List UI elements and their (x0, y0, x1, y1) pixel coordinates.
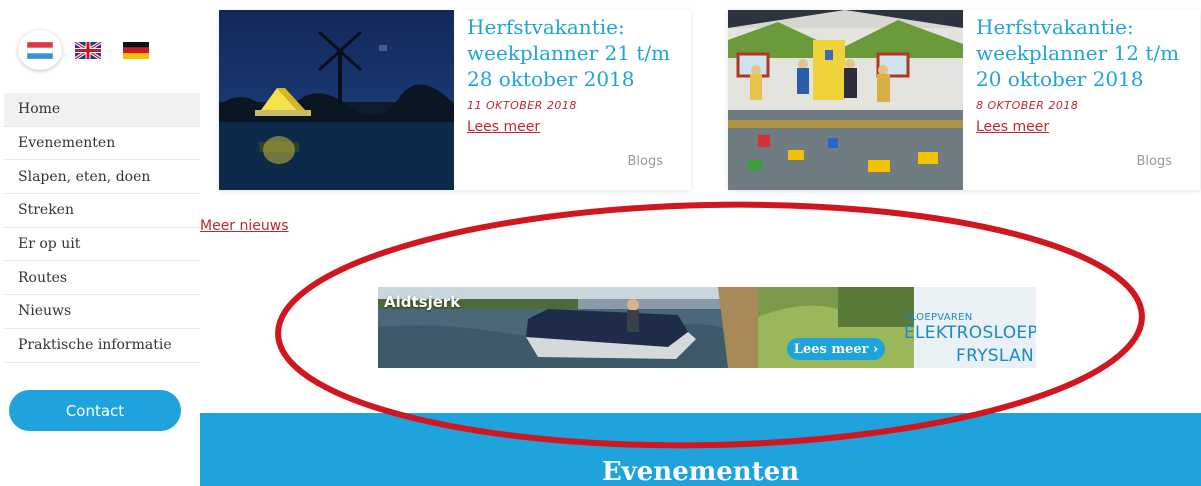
card-2-read-more-link[interactable]: Lees meer (976, 119, 1049, 135)
ad-banner[interactable]: Aldtsjerk Lees meer › SLOEPVAREN ELEKTRO… (378, 287, 1036, 368)
card-2-image[interactable] (728, 10, 963, 190)
card-2-title[interactable]: Herfstvakantie: weekplanner 12 t/m 20 ok… (976, 14, 1191, 92)
language-switcher (18, 30, 188, 70)
card-1-date: 11 OKTOBER 2018 (467, 99, 577, 112)
banner-place: Aldtsjerk (384, 293, 461, 311)
card-2-category[interactable]: Blogs (1136, 154, 1172, 169)
news-card-2[interactable]: Herfstvakantie: weekplanner 12 t/m 20 ok… (728, 10, 1200, 190)
banner-brand-line2: FRYSLAN (956, 346, 1034, 366)
flag-uk-icon[interactable] (66, 30, 110, 70)
card-1-category[interactable]: Blogs (627, 154, 663, 169)
more-news-link[interactable]: Meer nieuws (200, 218, 289, 234)
flag-de-icon[interactable] (114, 30, 158, 70)
card-1-read-more-link[interactable]: Lees meer (467, 119, 540, 135)
nav-item-slapen-eten-doen[interactable]: Slapen, eten, doen (4, 160, 200, 195)
nav-item-er-op-uit[interactable]: Er op uit (4, 228, 200, 262)
events-section: Evenementen (200, 413, 1201, 486)
news-card-1[interactable]: Herfstvakantie: weekplanner 21 t/m 28 ok… (219, 10, 691, 190)
sidebar: Home Evenementen Slapen, eten, doen Stre… (0, 0, 200, 486)
card-2-date: 8 OKTOBER 2018 (976, 99, 1079, 112)
nav-item-home[interactable]: Home (4, 93, 200, 127)
nav-item-routes[interactable]: Routes (4, 261, 200, 296)
events-title: Evenementen (601, 457, 800, 486)
flag-nl-icon[interactable] (18, 30, 62, 70)
nav-item-evenementen[interactable]: Evenementen (4, 127, 200, 161)
banner-brand-small: SLOEPVAREN (904, 312, 973, 323)
card-1-title[interactable]: Herfstvakantie: weekplanner 21 t/m 28 ok… (467, 14, 682, 92)
main-nav: Home Evenementen Slapen, eten, doen Stre… (4, 93, 200, 363)
contact-button[interactable]: Contact (9, 390, 181, 431)
nav-item-praktische-informatie[interactable]: Praktische informatie (4, 329, 200, 363)
banner-brand-line1: ELEKTROSLOEP (904, 323, 1036, 343)
nav-item-nieuws[interactable]: Nieuws (4, 295, 200, 329)
card-1-image[interactable] (219, 10, 454, 190)
banner-read-more-button[interactable]: Lees meer › (787, 338, 885, 360)
nav-item-streken[interactable]: Streken (4, 194, 200, 228)
